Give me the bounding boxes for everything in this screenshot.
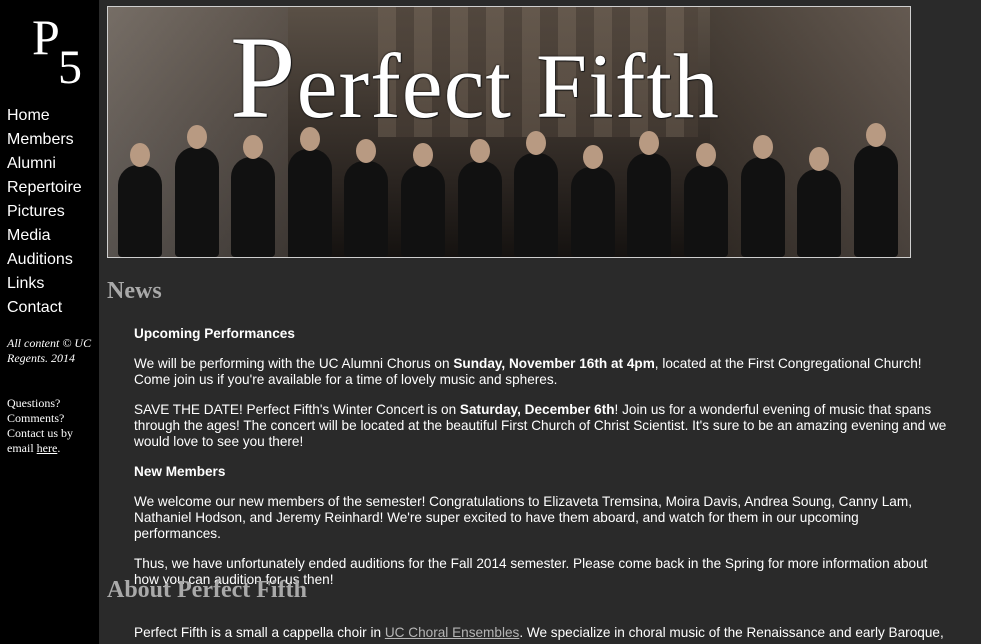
upcoming-performances-title: Upcoming Performances	[134, 326, 295, 341]
nav-alumni[interactable]: Alumni	[7, 152, 82, 176]
news-p3: We welcome our new members of the semest…	[134, 494, 912, 541]
choir-singer	[853, 123, 898, 257]
about-paragraph: Perfect Fifth is a small a cappella choi…	[134, 625, 949, 641]
logo-five: 5	[58, 41, 82, 94]
banner-title-p: P	[230, 12, 297, 143]
choir-singer	[287, 127, 332, 257]
logo-p: P	[32, 9, 60, 65]
choir-singer	[344, 139, 389, 257]
banner-title: Perfect Fifth	[230, 19, 720, 137]
choir-singer	[457, 139, 502, 257]
news-content: Upcoming Performances We will be perform…	[134, 326, 949, 602]
news-p1-a: We will be performing with the UC Alumni…	[134, 356, 454, 371]
copyright-notice: All content © UC Regents. 2014	[7, 336, 92, 365]
contact-note-end: .	[57, 441, 61, 455]
nav-links[interactable]: Links	[7, 272, 82, 296]
banner-choir-photo	[118, 123, 898, 257]
sidebar: P 5 Home Members Alumni Repertoire Pictu…	[0, 0, 99, 644]
news-paragraph: We will be performing with the UC Alumni…	[134, 356, 949, 388]
about-heading: About Perfect Fifth	[107, 577, 307, 603]
nav-home[interactable]: Home	[7, 104, 82, 128]
choir-singer	[118, 143, 162, 257]
banner-title-rest: erfect Fifth	[296, 35, 720, 137]
main-content: Perfect Fifth News Upcoming Performances…	[99, 0, 981, 644]
nav-repertoire[interactable]: Repertoire	[7, 176, 82, 200]
nav-pictures[interactable]: Pictures	[7, 200, 82, 224]
email-here-link[interactable]: here	[37, 441, 58, 455]
about-p1-b: . We specialize in choral music of the R…	[519, 625, 944, 640]
choir-singer	[401, 143, 446, 257]
news-heading: News	[107, 278, 162, 304]
nav-auditions[interactable]: Auditions	[7, 248, 82, 272]
about-content: Perfect Fifth is a small a cappella choi…	[134, 625, 949, 644]
nav-members[interactable]: Members	[7, 128, 82, 152]
choir-singer	[174, 125, 219, 257]
new-members-title: New Members	[134, 464, 226, 479]
choir-singer	[797, 147, 842, 257]
choir-singer	[231, 135, 276, 257]
uc-choral-ensembles-link[interactable]: UC Choral Ensembles	[385, 625, 519, 640]
nav-media[interactable]: Media	[7, 224, 82, 248]
choir-singer	[514, 131, 559, 257]
choir-singer	[627, 131, 672, 257]
choir-singer	[684, 143, 729, 257]
choir-singer	[570, 145, 615, 257]
news-p1-date: Sunday, November 16th at 4pm	[453, 356, 655, 371]
about-p1-a: Perfect Fifth is a small a cappella choi…	[134, 625, 385, 640]
choir-singer	[740, 135, 785, 257]
main-nav: Home Members Alumni Repertoire Pictures …	[7, 104, 82, 320]
contact-note: Questions? Comments? Contact us by email…	[7, 396, 97, 456]
perfect-fifth-logo[interactable]: P 5	[32, 9, 92, 98]
banner-image: Perfect Fifth	[107, 6, 911, 258]
news-p2-date: Saturday, December 6th	[459, 402, 615, 417]
nav-contact[interactable]: Contact	[7, 296, 82, 320]
news-paragraph: SAVE THE DATE! Perfect Fifth's Winter Co…	[134, 402, 949, 450]
news-p2-a: SAVE THE DATE! Perfect Fifth's Winter Co…	[134, 402, 460, 417]
